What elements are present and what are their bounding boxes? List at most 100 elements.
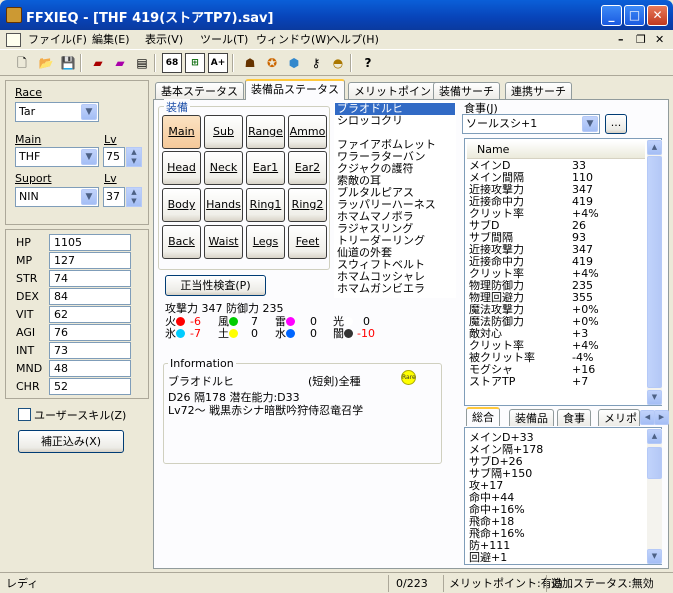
save-icon[interactable]: 💾 (58, 53, 78, 73)
correction-button[interactable]: 補正込み(X) (18, 430, 124, 453)
chevron-down-icon[interactable]: ▼ (81, 149, 97, 165)
menu-window[interactable]: ウィンドウ(W) (252, 32, 334, 48)
slot-ring1-button[interactable]: Ring1 (246, 188, 285, 222)
open-folder-icon[interactable]: 📂 (36, 53, 56, 73)
list-item[interactable]: ホマムガンビエラ (335, 283, 455, 295)
a-plus-button[interactable]: A+ (208, 53, 228, 73)
support-job-select[interactable]: NIN ▼ (15, 187, 99, 207)
list-item[interactable]: ホマムマノポラ (335, 211, 455, 223)
list-item[interactable]: シロッコクリ (335, 115, 455, 127)
table-row[interactable]: 近接命中力 419 (467, 256, 645, 268)
tab-basic-status[interactable]: 基本ステータス (155, 82, 244, 100)
chevron-down-icon[interactable]: ▼ (582, 116, 598, 132)
slot-ear1-button[interactable]: Ear1 (246, 151, 285, 185)
main-lv-input[interactable]: 75 (103, 147, 125, 167)
table-row[interactable]: 敵対心 +3 (467, 328, 645, 340)
minimize-button[interactable]: _ (601, 5, 622, 26)
user-skill-checkbox[interactable] (18, 408, 31, 421)
slot-body-button[interactable]: Body (162, 188, 201, 222)
list-item[interactable]: ホマムコッシャレ (335, 271, 455, 283)
table-row[interactable]: 物理回避力 355 (467, 292, 645, 304)
tab-equipment-status[interactable]: 装備品ステータス (245, 79, 345, 100)
list-item[interactable]: スウィフトベルト (335, 259, 455, 271)
tab-equipment-search[interactable]: 装備サーチ (433, 82, 500, 100)
table-row[interactable]: メインD 33 (467, 160, 645, 172)
list-item[interactable]: クジャクの護符 (335, 163, 455, 175)
slot-head-button[interactable]: Head (162, 151, 201, 185)
slot-legs-button[interactable]: Legs (246, 225, 285, 259)
compass-icon[interactable]: ✪ (262, 53, 282, 73)
tab-equipment[interactable]: 装備品 (509, 409, 554, 426)
food-icon[interactable]: ◓ (328, 53, 348, 73)
tab-skillchain-search[interactable]: 連携サーチ (505, 82, 572, 100)
support-lv-input[interactable]: 37 (103, 187, 125, 207)
gem-icon[interactable]: ⬢ (284, 53, 304, 73)
menu-file[interactable]: ファイル(F) (24, 32, 91, 48)
table-row[interactable]: クリット率 +4% (467, 268, 645, 280)
scroll-up-icon[interactable]: ▲ (647, 140, 662, 155)
menu-view[interactable]: 表示(V) (141, 32, 187, 48)
tab-merit[interactable]: メリポ (598, 409, 640, 426)
scrollbar[interactable]: ▲ ▼ (647, 140, 662, 405)
race-select[interactable]: Tar ▼ (15, 102, 99, 122)
table-row[interactable]: 物理防御力 235 (467, 280, 645, 292)
list-item[interactable]: 索敵の耳 (335, 175, 455, 187)
list-item[interactable] (335, 127, 455, 139)
scroll-thumb[interactable] (647, 156, 662, 388)
slot-neck-button[interactable]: Neck (204, 151, 243, 185)
slot-range-button[interactable]: Range (246, 115, 285, 149)
list-item[interactable]: ワラーラターバン (335, 151, 455, 163)
app-icon[interactable] (6, 7, 22, 23)
table-row[interactable]: モグシャ +16 (467, 364, 645, 376)
table-row[interactable]: クリット率 +4% (467, 340, 645, 352)
list-item[interactable]: 仙道の外套 (335, 247, 455, 259)
tab-scroll-right-icon[interactable]: ▶ (654, 410, 669, 425)
food-browse-button[interactable]: ... (605, 114, 627, 134)
menu-help[interactable]: ヘルプ(H) (325, 32, 383, 48)
slot-ring2-button[interactable]: Ring2 (288, 188, 327, 222)
book-icon[interactable]: ▰ (88, 53, 108, 73)
table-row[interactable]: 近接命中力 419 (467, 196, 645, 208)
book-alt-icon[interactable]: ▰ (110, 53, 130, 73)
scroll-down-icon[interactable]: ▼ (647, 549, 662, 564)
table-row[interactable]: クリット率 +4% (467, 208, 645, 220)
slot-sub-button[interactable]: Sub (204, 115, 243, 149)
maximize-button[interactable]: □ (624, 5, 645, 26)
equipped-item-list[interactable]: ブラオドルヒ シロッコクリ ファイアボムレット ワラーラターバン クジャクの護符… (334, 102, 456, 298)
table-row[interactable]: ストアTP +7 (467, 376, 645, 388)
table-row[interactable]: 近接攻撃力 347 (467, 184, 645, 196)
new-file-icon[interactable]: 🗋 (12, 53, 32, 73)
support-lv-spinner[interactable]: ▲ ▼ (126, 187, 142, 207)
table-row[interactable]: 被クリット率 -4% (467, 352, 645, 364)
scroll-down-icon[interactable]: ▼ (647, 390, 662, 405)
slot-back-button[interactable]: Back (162, 225, 201, 259)
scroll-up-icon[interactable]: ▲ (647, 429, 662, 444)
page-icon[interactable]: ▤ (132, 53, 152, 73)
list-item[interactable]: トリーダーリング (335, 235, 455, 247)
list-item[interactable]: ブルタルピアス (335, 187, 455, 199)
mdi-minimize-button[interactable]: – (614, 32, 628, 48)
mdi-close-button[interactable]: ✕ (651, 32, 668, 48)
table-row[interactable]: メイン間隔 110 (467, 172, 645, 184)
close-button[interactable]: ✕ (647, 5, 668, 26)
table-header[interactable]: Name (467, 141, 645, 159)
table-row[interactable]: サブD 26 (467, 220, 645, 232)
list-item[interactable]: ラッパリーハーネス (335, 199, 455, 211)
slot-waist-button[interactable]: Waist (204, 225, 243, 259)
scroll-thumb[interactable] (647, 447, 662, 479)
main-lv-spinner[interactable]: ▲ ▼ (126, 147, 142, 167)
food-select[interactable]: ソールスシ+1 ▼ (462, 114, 600, 134)
document-icon[interactable] (6, 33, 21, 47)
list-item[interactable]: ファイアボムレット (335, 139, 455, 151)
grid-icon[interactable]: ⊞ (185, 53, 205, 73)
slot-ammo-button[interactable]: Ammo (288, 115, 327, 149)
table-row[interactable]: 近接攻撃力 347 (467, 244, 645, 256)
tab-summary[interactable]: 総合 (466, 407, 500, 426)
table-row[interactable]: 魔法防御力 +0% (467, 316, 645, 328)
mdi-restore-button[interactable]: ❐ (632, 32, 650, 48)
table-row[interactable]: サブ間隔 93 (467, 232, 645, 244)
help-icon[interactable]: ? (358, 53, 378, 73)
slot-feet-button[interactable]: Feet (288, 225, 327, 259)
scrollbar[interactable]: ▲ ▼ (647, 429, 662, 564)
menu-edit[interactable]: 編集(E) (88, 32, 134, 48)
